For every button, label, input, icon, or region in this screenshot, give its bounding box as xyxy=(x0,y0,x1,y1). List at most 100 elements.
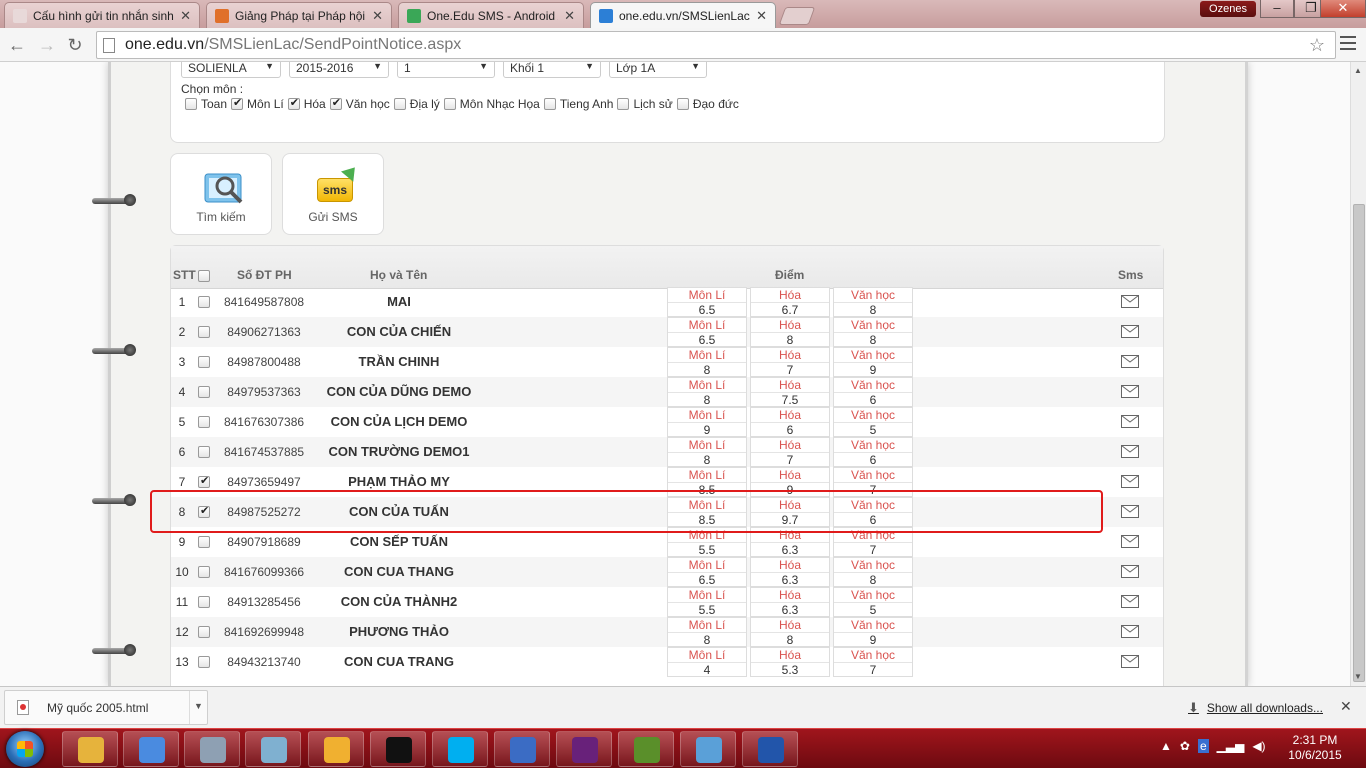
subject-checkbox[interactable] xyxy=(676,98,689,110)
vertical-scrollbar[interactable]: ▲ ▼ xyxy=(1350,62,1366,686)
start-button[interactable] xyxy=(6,731,44,767)
tray-e-icon[interactable]: e xyxy=(1197,739,1209,753)
subject-checkbox[interactable] xyxy=(329,96,342,110)
taskbar-app-button[interactable] xyxy=(556,731,612,767)
envelope-icon[interactable] xyxy=(1121,355,1139,368)
show-hidden-icons-icon[interactable]: ▲ xyxy=(1160,739,1172,753)
subject-option[interactable]: Địa lý xyxy=(393,97,440,111)
row-checkbox[interactable] xyxy=(198,296,210,308)
subject-option[interactable]: Toan xyxy=(185,97,227,111)
taskbar-app-button[interactable] xyxy=(618,731,674,767)
taskbar-app-button[interactable] xyxy=(308,731,364,767)
envelope-icon[interactable] xyxy=(1121,505,1139,518)
row-checkbox[interactable] xyxy=(198,416,210,428)
taskbar-app-button[interactable] xyxy=(184,731,240,767)
download-item[interactable]: Mỹ quốc 2005.html ▼ xyxy=(4,690,208,725)
table-header: STT Số ĐT PH Họ và Tên Điểm Sms xyxy=(171,246,1163,289)
grade-select[interactable]: Khối 1 ▼ xyxy=(503,62,601,78)
row-checkbox[interactable] xyxy=(198,566,210,578)
subject-option[interactable]: Tieng Anh xyxy=(543,97,613,111)
envelope-icon[interactable] xyxy=(1121,385,1139,398)
row-checkbox[interactable] xyxy=(198,536,210,548)
taskbar-app-button[interactable] xyxy=(680,731,736,767)
clock[interactable]: 2:31 PM 10/6/2015 xyxy=(1280,733,1350,763)
subject-option[interactable]: Hóa xyxy=(287,96,326,111)
subject-label: Văn học xyxy=(345,97,390,111)
envelope-icon[interactable] xyxy=(1121,445,1139,458)
forward-icon[interactable]: → xyxy=(36,34,58,56)
envelope-icon[interactable] xyxy=(1121,655,1139,668)
profile-badge[interactable]: Ozenes xyxy=(1200,1,1256,17)
envelope-icon[interactable] xyxy=(1121,415,1139,428)
menu-icon[interactable] xyxy=(1340,36,1356,52)
scrollbar-thumb[interactable] xyxy=(1353,204,1365,682)
subject-checkbox[interactable] xyxy=(617,98,630,110)
taskbar-app-button[interactable] xyxy=(62,731,118,767)
subject-option[interactable]: Văn học xyxy=(329,96,390,111)
row-number: 2 xyxy=(178,325,186,339)
close-icon[interactable]: ✕ xyxy=(1340,698,1352,715)
class-select[interactable]: Lớp 1A ▼ xyxy=(609,62,707,78)
table-row: 4 84979537363 CON CỦA DŨNG DEMO Môn Lí 8 Hóa 7… xyxy=(171,377,1163,407)
envelope-icon[interactable] xyxy=(1121,565,1139,578)
row-checkbox[interactable] xyxy=(198,386,210,398)
address-bar[interactable]: one.edu.vn/SMSLienLac/SendPointNotice.as… xyxy=(96,31,1336,59)
subject-option[interactable]: Môn Lí xyxy=(231,96,284,111)
browser-tab[interactable]: one.edu.vn/SMSLienLac/S ✕ xyxy=(590,2,776,28)
new-tab-button[interactable] xyxy=(778,7,816,25)
subject-checkbox[interactable] xyxy=(287,96,300,110)
subject-checkbox[interactable] xyxy=(393,98,406,110)
taskbar-app-button[interactable] xyxy=(494,731,550,767)
close-window-button[interactable]: ✕ xyxy=(1320,0,1366,18)
browser-tab[interactable]: Cấu hình gửi tin nhắn sinh ✕ xyxy=(4,2,200,28)
close-tab-icon[interactable]: ✕ xyxy=(564,8,575,24)
close-tab-icon[interactable]: ✕ xyxy=(180,8,191,24)
row-checkbox[interactable] xyxy=(198,656,210,668)
chevron-down-icon[interactable]: ▼ xyxy=(189,691,207,724)
browser-tab[interactable]: One.Edu SMS - Android A ✕ xyxy=(398,2,584,28)
taskbar-app-button[interactable] xyxy=(370,731,426,767)
row-checkbox[interactable] xyxy=(198,356,210,368)
envelope-icon[interactable] xyxy=(1121,595,1139,608)
subject-checkbox[interactable] xyxy=(231,96,244,110)
semester-select[interactable]: 1 ▼ xyxy=(397,62,495,78)
subject-option[interactable]: Lịch sử xyxy=(617,97,673,111)
envelope-icon[interactable] xyxy=(1121,295,1139,308)
reload-icon[interactable]: ↻ xyxy=(64,34,86,56)
minimize-button[interactable]: – xyxy=(1260,0,1294,18)
show-all-downloads-link[interactable]: ⬇ Show all downloads... xyxy=(1188,700,1323,716)
back-icon[interactable]: ← xyxy=(6,34,28,56)
taskbar-app-button[interactable] xyxy=(742,731,798,767)
download-file-name: Mỹ quốc 2005.html xyxy=(47,700,149,715)
row-checkbox[interactable] xyxy=(198,474,210,488)
taskbar-app-button[interactable] xyxy=(432,731,488,767)
subject-option[interactable]: Đạo đức xyxy=(676,97,739,111)
table-row: 5 841676307386 CON CỦA LỊCH DEMO Môn Lí 9 Hóa… xyxy=(171,407,1163,437)
envelope-icon[interactable] xyxy=(1121,535,1139,548)
close-tab-icon[interactable]: ✕ xyxy=(756,8,767,24)
taskbar-app-button[interactable] xyxy=(123,731,179,767)
tray-app-icon[interactable]: ✿ xyxy=(1180,739,1190,753)
subject-checkbox[interactable] xyxy=(185,98,197,110)
row-checkbox[interactable] xyxy=(198,596,210,608)
row-checkbox[interactable] xyxy=(198,446,210,458)
signal-icon[interactable]: ▁▃▅ xyxy=(1217,739,1245,753)
bookmark-star-icon[interactable]: ☆ xyxy=(1309,35,1325,56)
year-select[interactable]: 2015-2016 ▼ xyxy=(289,62,389,78)
send-sms-button[interactable]: sms Gửi SMS xyxy=(282,153,384,235)
close-tab-icon[interactable]: ✕ xyxy=(372,8,383,24)
search-button[interactable]: Tìm kiếm xyxy=(170,153,272,235)
subject-checkbox[interactable] xyxy=(443,98,456,110)
envelope-icon[interactable] xyxy=(1121,625,1139,638)
envelope-icon[interactable] xyxy=(1121,325,1139,338)
select-all-checkbox[interactable] xyxy=(198,270,210,282)
envelope-icon[interactable] xyxy=(1121,475,1139,488)
row-checkbox[interactable] xyxy=(198,326,210,338)
volume-icon[interactable]: ◀) xyxy=(1252,739,1265,753)
subject-option[interactable]: Môn Nhạc Họa xyxy=(443,97,540,111)
row-checkbox[interactable] xyxy=(198,626,210,638)
database-select[interactable]: SOLIENLA ▼ xyxy=(181,62,281,78)
subject-checkbox[interactable] xyxy=(543,98,556,110)
browser-tab[interactable]: Giảng Pháp tại Pháp hội q ✕ xyxy=(206,2,392,28)
taskbar-app-button[interactable] xyxy=(245,731,301,767)
